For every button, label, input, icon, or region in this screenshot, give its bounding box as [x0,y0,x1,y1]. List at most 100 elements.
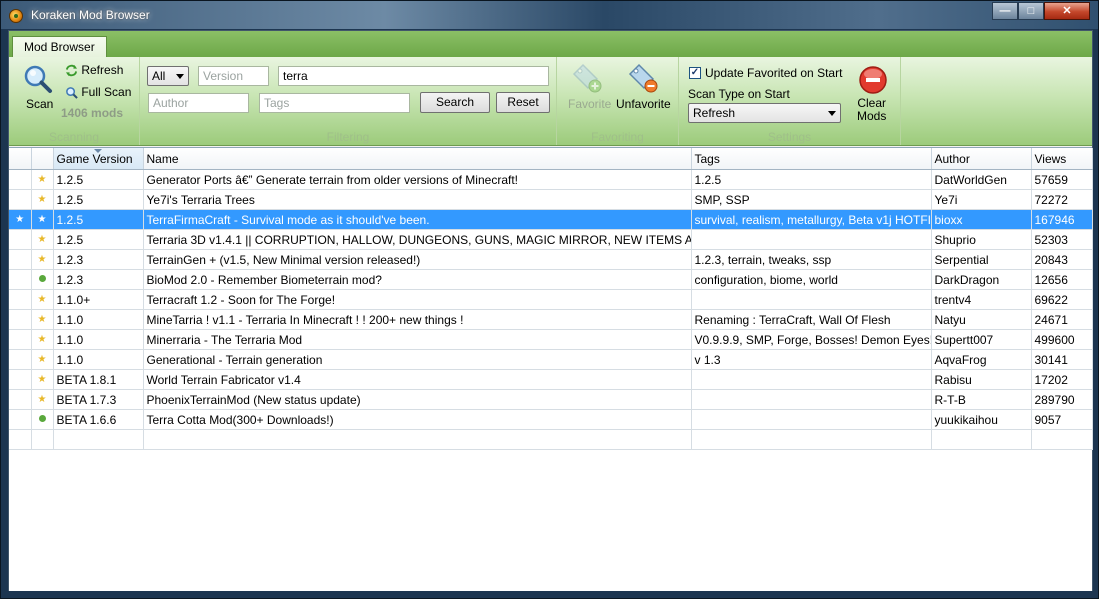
status-cell[interactable]: ★ [31,369,54,390]
favorite-cell[interactable] [9,349,32,370]
minimize-button[interactable]: — [992,2,1018,20]
favorite-cell[interactable] [9,389,32,410]
views-cell[interactable]: 20843 [1031,249,1093,270]
author-cell[interactable]: yuukikaihou [931,409,1032,430]
status-cell[interactable] [31,269,54,290]
favorite-cell[interactable] [9,189,32,210]
status-cell[interactable]: ★ [31,169,54,190]
version-cell[interactable]: 1.2.3 [53,249,144,270]
version-cell[interactable]: BETA 1.6.6 [53,409,144,430]
version-cell[interactable]: 1.1.0 [53,309,144,330]
tags-cell[interactable] [691,409,932,430]
table-row[interactable]: ★ 1.1.0 MineTarria ! v1.1 - Terraria In Mi… [9,309,1093,330]
views-cell[interactable]: 167946 [1031,209,1093,230]
version-cell[interactable]: 1.2.5 [53,169,144,190]
tab-mod-browser[interactable]: Mod Browser [12,36,107,58]
name-cell[interactable]: Terracraft 1.2 - Soon for The Forge! [143,289,692,310]
table-row[interactable]: ★ 1.2.3 TerrainGen + (v1.5, New Minimal ve… [9,249,1093,270]
scan-magnifier-icon[interactable] [23,64,53,94]
favorite-cell[interactable] [9,409,32,430]
tags-cell[interactable]: SMP, SSP [691,189,932,210]
name-cell[interactable]: MineTarria ! v1.1 - Terraria In Minecraf… [143,309,692,330]
table-row[interactable]: ★ 1.2.5 Ye7i's Terraria Trees SMP, SSP Ye7i 7… [9,189,1093,210]
author-input[interactable]: Author [148,93,249,113]
views-cell[interactable]: 12656 [1031,269,1093,290]
name-cell[interactable]: Terraria 3D v1.4.1 || CORRUPTION, HALLOW… [143,229,692,250]
version-cell[interactable]: BETA 1.8.1 [53,369,144,390]
tags-cell[interactable] [691,229,932,250]
empty-cell[interactable] [1031,429,1093,450]
scan-button[interactable]: Scan [26,97,53,111]
views-cell[interactable]: 289790 [1031,389,1093,410]
author-cell[interactable]: Shuprio [931,229,1032,250]
col-header-author[interactable]: Author [931,148,1032,170]
title-bar[interactable]: Koraken Mod Browser — □ ✕ [1,1,1098,29]
full-scan-button[interactable]: Full Scan [65,85,131,100]
version-cell[interactable]: 1.1.0 [53,349,144,370]
version-cell[interactable]: 1.2.5 [53,189,144,210]
tags-cell[interactable]: Renaming : TerraCraft, Wall Of Flesh [691,309,932,330]
author-cell[interactable]: trentv4 [931,289,1032,310]
empty-cell[interactable] [143,429,692,450]
author-cell[interactable]: Supertt007 [931,329,1032,350]
favorite-cell[interactable] [9,369,32,390]
name-cell[interactable]: TerraFirmaCraft - Survival mode as it sh… [143,209,692,230]
tags-cell[interactable]: 1.2.5 [691,169,932,190]
tags-cell[interactable] [691,369,932,390]
favorite-cell[interactable]: ★ [9,209,32,230]
status-cell[interactable]: ★ [31,209,54,230]
views-cell[interactable]: 9057 [1031,409,1093,430]
table-row[interactable]: ★ BETA 1.8.1 World Terrain Fabricator v1.4… [9,369,1093,390]
clear-mods-icon[interactable] [858,65,888,95]
version-filter-select[interactable]: All [147,66,189,86]
author-cell[interactable]: Ye7i [931,189,1032,210]
status-cell[interactable]: ★ [31,289,54,310]
name-cell[interactable]: Generational - Terrain generation [143,349,692,370]
views-cell[interactable]: 24671 [1031,309,1093,330]
version-cell[interactable]: 1.1.0 [53,329,144,350]
version-cell[interactable]: 1.2.5 [53,209,144,230]
empty-cell[interactable] [691,429,932,450]
name-cell[interactable]: Minerraria - The Terraria Mod [143,329,692,350]
name-cell[interactable]: Generator Ports â€” Generate terrain fro… [143,169,692,190]
views-cell[interactable]: 30141 [1031,349,1093,370]
favorite-cell[interactable] [9,269,32,290]
tags-cell[interactable]: 1.2.3, terrain, tweaks, ssp [691,249,932,270]
tags-cell[interactable]: V0.9.9.9, SMP, Forge, Bosses! Demon Eyes… [691,329,932,350]
empty-cell[interactable] [9,429,32,450]
table-row[interactable]: ★ 1.2.5 Generator Ports â€” Generate terra… [9,169,1093,190]
name-cell[interactable]: TerrainGen + (v1.5, New Minimal version … [143,249,692,270]
col-header-name[interactable]: Name [143,148,692,170]
close-button[interactable]: ✕ [1044,2,1090,20]
table-row[interactable]: ★ 1.1.0 Minerraria - The Terraria Mod V0.9.… [9,329,1093,350]
status-cell[interactable]: ★ [31,349,54,370]
author-cell[interactable]: DarkDragon [931,269,1032,290]
views-cell[interactable]: 499600 [1031,329,1093,350]
name-cell[interactable]: Terra Cotta Mod(300+ Downloads!) [143,409,692,430]
author-cell[interactable]: Natyu [931,309,1032,330]
unfavorite-button[interactable]: Unfavorite [616,97,671,111]
favorite-cell[interactable] [9,289,32,310]
empty-cell[interactable] [931,429,1032,450]
views-cell[interactable]: 69622 [1031,289,1093,310]
search-input[interactable]: terra [278,66,549,86]
tags-input[interactable]: Tags [259,93,410,113]
favorite-button[interactable]: Favorite [568,97,611,111]
favorite-cell[interactable] [9,329,32,350]
author-cell[interactable]: Rabisu [931,369,1032,390]
col-header-tags[interactable]: Tags [691,148,932,170]
views-cell[interactable]: 57659 [1031,169,1093,190]
tags-cell[interactable] [691,389,932,410]
version-input[interactable]: Version [198,66,269,86]
table-row[interactable]: BETA 1.6.6 Terra Cotta Mod(300+ Downloads… [9,409,1093,430]
tags-cell[interactable] [691,289,932,310]
favorite-cell[interactable] [9,309,32,330]
status-cell[interactable] [31,409,54,430]
col-header-views[interactable]: Views [1031,148,1093,170]
name-cell[interactable]: Ye7i's Terraria Trees [143,189,692,210]
favorite-cell[interactable] [9,169,32,190]
views-cell[interactable]: 17202 [1031,369,1093,390]
status-cell[interactable]: ★ [31,389,54,410]
views-cell[interactable]: 72272 [1031,189,1093,210]
status-cell[interactable]: ★ [31,189,54,210]
